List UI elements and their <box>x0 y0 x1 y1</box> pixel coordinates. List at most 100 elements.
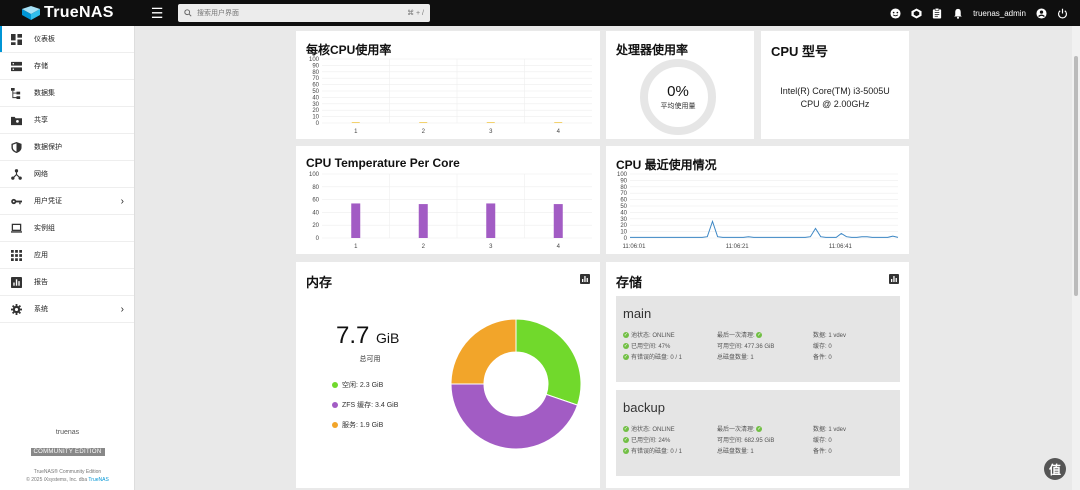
y-tick-label: 90 <box>312 63 319 69</box>
pool-last-scrub: 最后一次清理: <box>717 427 755 433</box>
x-tick-label: 11:06:41 <box>829 244 853 250</box>
legend-dot <box>332 422 338 428</box>
pool-name: main <box>623 306 652 321</box>
pool-last-scrub: 最后一次清理: <box>717 333 755 339</box>
card-title: 存储 <box>616 275 643 290</box>
username-label[interactable]: truenas_admin <box>973 9 1026 18</box>
y-tick-label: 20 <box>312 223 319 229</box>
shares-icon <box>10 114 22 126</box>
check-icon: ✓ <box>756 425 763 432</box>
storage-card: 存储 main ✓ 池状态: ONLINE ✓ 已用空间: 47% ✓ 有错误的磁盘: 0 … <box>606 262 909 488</box>
y-tick-label: 40 <box>620 210 627 216</box>
copyright-text: TrueNAS® Community Edition © 2025 iXsyst… <box>26 469 109 483</box>
memory-legend-item: 空闲: 2.3 GiB <box>332 380 383 390</box>
sidebar-item-3[interactable]: 共享 <box>0 107 134 134</box>
truecommand-icon[interactable] <box>910 7 922 19</box>
feedback-icon[interactable] <box>889 7 901 19</box>
y-tick-label: 10 <box>620 230 627 236</box>
laptop-icon <box>10 222 22 234</box>
pool-cache: 缓存: 0 <box>813 438 832 444</box>
sidebar-item-7[interactable]: 实例组 <box>0 215 134 242</box>
sidebar-item-9[interactable]: 报告 <box>0 269 134 296</box>
search-shortcut: ⌘ + / <box>407 10 424 17</box>
check-icon: ✓ <box>623 447 629 454</box>
sidebar-item-5[interactable]: 网络 <box>0 161 134 188</box>
power-icon[interactable] <box>1056 7 1068 19</box>
y-tick-label: 60 <box>312 198 319 204</box>
check-icon: ✓ <box>623 353 629 360</box>
bar-1 <box>351 203 361 238</box>
memory-legend-item: 服务: 1.9 GiB <box>332 420 383 430</box>
sidebar-item-label: 存储 <box>34 63 48 70</box>
sidebar: 仪表板 存储 数据集 共享 数据保护 网络 用户凭证 › 实例组 应用 报告 系统 › truenas … <box>0 26 135 490</box>
processor-usage-gauge: 0% 平均使用量 <box>638 57 718 137</box>
sidebar-item-label: 仪表板 <box>34 36 55 43</box>
pool-name: backup <box>623 400 665 415</box>
hamburger-menu-icon[interactable]: ☰ <box>144 5 170 22</box>
sidebar-item-label: 报告 <box>34 279 48 286</box>
network-icon <box>10 168 22 180</box>
y-tick-label: 70 <box>620 191 627 197</box>
x-tick-label: 2 <box>422 129 426 135</box>
sidebar-item-2[interactable]: 数据集 <box>0 80 134 107</box>
sidebar-item-10[interactable]: 系统 › <box>0 296 134 323</box>
pool-errors: 有错误的磁盘: 0 / 1 <box>631 355 683 361</box>
sidebar-item-4[interactable]: 数据保护 <box>0 134 134 161</box>
sidebar-item-8[interactable]: 应用 <box>0 242 134 269</box>
y-tick-label: 30 <box>620 217 627 223</box>
sidebar-item-1[interactable]: 存储 <box>0 53 134 80</box>
x-tick-label: 11:06:01 <box>623 244 647 250</box>
truenas-logo-icon <box>22 6 40 20</box>
y-tick-label: 70 <box>312 76 319 82</box>
cpu-usage-per-core-card: 每核CPU使用率 0 10 20 30 40 50 60 70 80 90 100 1 2 3 4 <box>296 31 600 139</box>
truenas-logo[interactable]: TrueNAS <box>22 4 138 22</box>
slice-空闲 <box>515 318 582 406</box>
sidebar-item-label: 系统 <box>34 306 48 313</box>
reports-chart-icon[interactable] <box>580 274 590 284</box>
pool-spare: 备件: 0 <box>813 355 832 361</box>
jobs-clipboard-icon[interactable] <box>931 7 943 19</box>
dashboard-icon <box>10 33 22 45</box>
notifications-bell-icon[interactable] <box>952 7 964 19</box>
legend-label: ZFS 缓存: 3.4 GiB <box>342 402 399 409</box>
account-circle-icon[interactable] <box>1035 7 1047 19</box>
sidebar-item-label: 网络 <box>34 171 48 178</box>
pool-backup[interactable]: backup ✓ 池状态: ONLINE ✓ 已用空间: 24% ✓ 有错误的磁盘: 0 /… <box>616 390 900 476</box>
y-tick-label: 0 <box>316 236 320 242</box>
shield-icon <box>10 141 22 153</box>
logo-text: TrueNAS <box>44 4 114 21</box>
reports-chart-icon[interactable] <box>889 274 899 284</box>
sidebar-item-6[interactable]: 用户凭证 › <box>0 188 134 215</box>
memory-legend-item: ZFS 缓存: 3.4 GiB <box>332 400 398 410</box>
x-tick-label: 1 <box>354 244 358 250</box>
cpu-temperature-card: CPU Temperature Per Core 0 20 40 60 80 100 1 2 3… <box>296 146 600 254</box>
y-tick-label: 80 <box>312 70 319 76</box>
pool-main[interactable]: main ✓ 池状态: ONLINE ✓ 已用空间: 47% ✓ 有错误的磁盘: 0 / 1… <box>616 296 900 382</box>
processor-usage-card: 处理器使用率 0% 平均使用量 <box>606 31 754 139</box>
pool-errors: 有错误的磁盘: 0 / 1 <box>631 449 683 455</box>
x-tick-label: 3 <box>489 129 493 135</box>
y-tick-label: 20 <box>312 108 319 114</box>
sidebar-item-0[interactable]: 仪表板 <box>0 26 134 53</box>
check-icon: ✓ <box>623 331 629 338</box>
pool-free: 可用空间: 477.36 GiB <box>717 344 775 350</box>
memory-total: 7.7 GiB <box>336 322 400 349</box>
search-input[interactable]: 搜索用户界面 ⌘ + / <box>178 4 430 22</box>
reports-icon <box>10 276 22 288</box>
y-tick-label: 50 <box>312 89 319 95</box>
scrollbar-thumb[interactable] <box>1074 56 1078 296</box>
gear-icon <box>10 303 22 315</box>
cpu-recent-line <box>630 219 899 238</box>
pool-used: 已用空间: 24% <box>631 438 671 444</box>
bar-4 <box>553 204 563 238</box>
sidebar-item-label: 用户凭证 <box>34 198 62 205</box>
x-tick-label: 4 <box>557 244 561 250</box>
datasets-icon <box>10 87 22 99</box>
truenas-link[interactable]: TrueNAS <box>88 477 108 483</box>
y-tick-label: 50 <box>620 204 627 210</box>
sidebar-item-label: 数据集 <box>34 90 55 97</box>
page-scrollbar[interactable] <box>1072 26 1080 490</box>
cpu-usage-chart: 0102030405060708090100 1 2 3 4 <box>309 57 592 135</box>
pool-total-disks: 总磁盘数量: 1 <box>717 449 754 455</box>
x-tick-label: 1 <box>354 129 358 135</box>
